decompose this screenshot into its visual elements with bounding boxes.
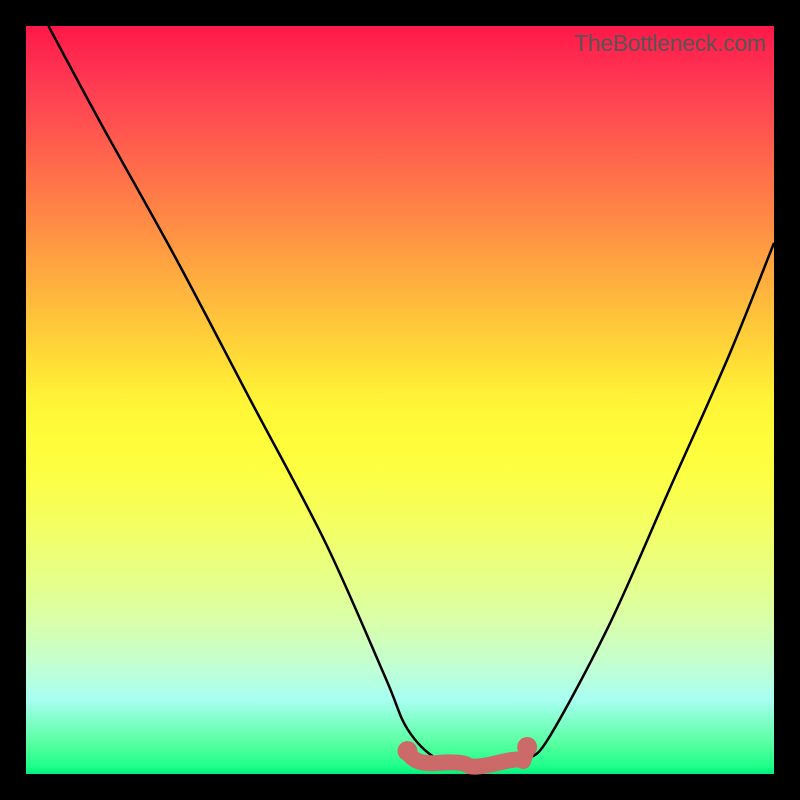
chart-frame: TheBottleneck.com [0,0,800,800]
band-end-dot [517,737,537,757]
band-start-dot [397,741,417,761]
chart-svg [26,26,774,774]
attribution-text: TheBottleneck.com [574,30,766,57]
bottleneck-curve [48,26,774,767]
